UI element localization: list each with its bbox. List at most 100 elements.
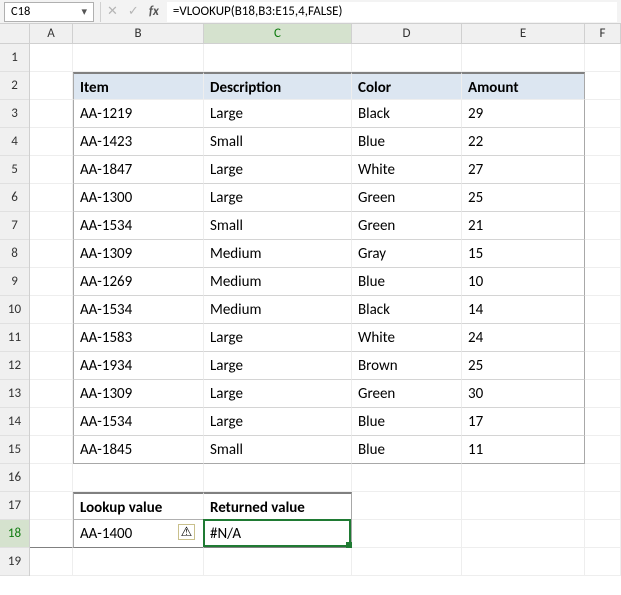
cell[interactable] <box>30 408 73 436</box>
table-header-color[interactable]: Color <box>352 72 462 100</box>
table-cell-item[interactable]: AA-1534 <box>73 408 204 436</box>
table-cell-item[interactable]: AA-1583 <box>73 324 204 352</box>
cell[interactable] <box>30 464 73 492</box>
row-header[interactable]: 11 <box>0 324 29 352</box>
table-cell-description[interactable]: Large <box>204 100 352 128</box>
row-header[interactable]: 13 <box>0 380 29 408</box>
table-cell-item[interactable]: AA-1219 <box>73 100 204 128</box>
fx-icon[interactable]: fx <box>149 4 159 19</box>
table-cell-item[interactable]: AA-1300 <box>73 184 204 212</box>
table-cell-amount[interactable]: 15 <box>462 240 585 268</box>
table-cell-item[interactable]: AA-1847 <box>73 156 204 184</box>
cell[interactable] <box>585 44 621 72</box>
confirm-icon[interactable]: ✓ <box>128 4 139 19</box>
row-header[interactable]: 9 <box>0 268 29 296</box>
table-cell-item[interactable]: AA-1423 <box>73 128 204 156</box>
cell[interactable] <box>585 436 621 464</box>
cell[interactable] <box>30 324 73 352</box>
cell[interactable] <box>585 464 621 492</box>
cell[interactable] <box>30 296 73 324</box>
select-all-corner[interactable] <box>0 24 30 43</box>
table-cell-item[interactable]: AA-1534 <box>73 212 204 240</box>
table-cell-amount[interactable]: 24 <box>462 324 585 352</box>
table-cell-description[interactable]: Large <box>204 184 352 212</box>
table-cell-description[interactable]: Small <box>204 128 352 156</box>
cell[interactable] <box>462 44 585 72</box>
col-header-B[interactable]: B <box>73 24 204 43</box>
table-cell-color[interactable]: Black <box>352 296 462 324</box>
cell[interactable] <box>30 72 73 100</box>
lookup-header-value[interactable]: Lookup value <box>73 492 204 520</box>
row-header[interactable]: 1 <box>0 44 29 72</box>
row-header[interactable]: 17 <box>0 492 29 520</box>
table-cell-amount[interactable]: 11 <box>462 436 585 464</box>
table-cell-amount[interactable]: 25 <box>462 352 585 380</box>
row-header[interactable]: 6 <box>0 184 29 212</box>
table-cell-color[interactable]: Blue <box>352 436 462 464</box>
row-header[interactable]: 4 <box>0 128 29 156</box>
table-cell-color[interactable]: Green <box>352 184 462 212</box>
table-cell-color[interactable]: Blue <box>352 128 462 156</box>
cell[interactable] <box>462 464 585 492</box>
cell[interactable] <box>352 548 462 576</box>
name-box[interactable]: C18 ▾ <box>4 2 94 22</box>
col-header-E[interactable]: E <box>462 24 585 43</box>
cell[interactable] <box>462 520 585 548</box>
cell[interactable] <box>30 548 73 576</box>
cell[interactable] <box>73 548 204 576</box>
row-header[interactable]: 19 <box>0 548 29 576</box>
cancel-icon[interactable]: ✕ <box>107 4 118 19</box>
cell[interactable] <box>585 212 621 240</box>
table-cell-amount[interactable]: 25 <box>462 184 585 212</box>
cell[interactable] <box>30 492 73 520</box>
table-cell-description[interactable]: Medium <box>204 296 352 324</box>
cell[interactable] <box>30 212 73 240</box>
cell[interactable] <box>585 324 621 352</box>
cell[interactable] <box>585 268 621 296</box>
table-cell-description[interactable]: Large <box>204 408 352 436</box>
table-cell-color[interactable]: White <box>352 156 462 184</box>
table-header-amount[interactable]: Amount <box>462 72 585 100</box>
cell[interactable] <box>30 380 73 408</box>
cell[interactable] <box>30 100 73 128</box>
table-cell-color[interactable]: White <box>352 324 462 352</box>
cell[interactable] <box>352 44 462 72</box>
table-cell-description[interactable]: Large <box>204 156 352 184</box>
cell[interactable] <box>585 380 621 408</box>
table-cell-description[interactable]: Small <box>204 436 352 464</box>
table-cell-description[interactable]: Small <box>204 212 352 240</box>
cell[interactable] <box>352 520 462 548</box>
cell[interactable] <box>585 548 621 576</box>
cell[interactable] <box>30 240 73 268</box>
cell[interactable] <box>30 268 73 296</box>
cell[interactable] <box>462 548 585 576</box>
lookup-result-cell[interactable]: #N/A <box>204 520 352 548</box>
table-cell-description[interactable]: Large <box>204 352 352 380</box>
table-cell-amount[interactable]: 30 <box>462 380 585 408</box>
cell[interactable] <box>30 184 73 212</box>
cell[interactable] <box>585 184 621 212</box>
cell[interactable] <box>30 436 73 464</box>
row-header[interactable]: 5 <box>0 156 29 184</box>
col-header-C[interactable]: C <box>204 24 352 43</box>
cell[interactable] <box>30 128 73 156</box>
table-cell-color[interactable]: Blue <box>352 408 462 436</box>
table-cell-color[interactable]: Brown <box>352 352 462 380</box>
cell[interactable] <box>30 156 73 184</box>
cell[interactable] <box>585 128 621 156</box>
table-cell-color[interactable]: Green <box>352 380 462 408</box>
table-cell-item[interactable]: AA-1309 <box>73 380 204 408</box>
table-cell-item[interactable]: AA-1845 <box>73 436 204 464</box>
error-smart-tag[interactable]: ⚠ <box>178 524 195 540</box>
row-header[interactable]: 12 <box>0 352 29 380</box>
table-cell-color[interactable]: Black <box>352 100 462 128</box>
cell[interactable] <box>30 352 73 380</box>
table-cell-description[interactable]: Medium <box>204 240 352 268</box>
cell[interactable] <box>73 44 204 72</box>
formula-input[interactable] <box>167 2 617 22</box>
cell[interactable] <box>585 296 621 324</box>
col-header-A[interactable]: A <box>30 24 73 43</box>
cell[interactable] <box>585 352 621 380</box>
row-header[interactable]: 15 <box>0 436 29 464</box>
cell[interactable] <box>204 44 352 72</box>
